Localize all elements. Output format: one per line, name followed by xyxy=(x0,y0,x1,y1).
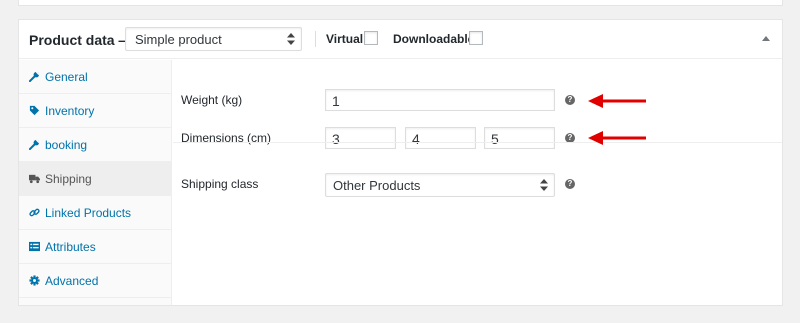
tab-linked-products[interactable]: Linked Products xyxy=(19,196,172,230)
annotation-arrow xyxy=(588,131,646,145)
downloadable-label: Downloadable: xyxy=(393,32,479,46)
shipping-class-select[interactable]: Other Products xyxy=(325,173,555,197)
gear-icon xyxy=(29,275,40,286)
link-icon xyxy=(29,208,40,217)
select-arrows-icon xyxy=(540,179,548,191)
height-input[interactable]: 5 xyxy=(484,127,555,149)
previous-panel-edge xyxy=(18,0,783,6)
tab-label: Advanced xyxy=(45,274,99,288)
wrench-icon xyxy=(29,71,40,82)
help-icon[interactable]: ? xyxy=(565,95,575,105)
product-data-panel: Product data — Simple product Virtual: D… xyxy=(18,19,783,306)
weight-label: Weight (kg) xyxy=(181,93,243,107)
product-type-value: Simple product xyxy=(135,32,222,47)
tab-label: General xyxy=(45,70,88,84)
header-separator xyxy=(315,31,316,47)
tab-general[interactable]: General xyxy=(19,60,172,94)
virtual-label: Virtual: xyxy=(326,32,368,46)
list-icon xyxy=(29,241,40,252)
tab-label: Shipping xyxy=(45,172,92,186)
annotation-arrow xyxy=(588,94,646,108)
weight-value: 1 xyxy=(332,93,340,109)
panel-title: Product data — xyxy=(29,32,133,48)
tab-booking[interactable]: booking xyxy=(19,128,172,162)
shipping-class-label: Shipping class xyxy=(181,177,259,191)
tab-label: Attributes xyxy=(45,240,96,254)
height-value: 5 xyxy=(491,131,499,147)
tab-shipping[interactable]: Shipping xyxy=(19,162,172,196)
tab-label: Inventory xyxy=(45,104,95,118)
tab-label: Linked Products xyxy=(45,206,132,220)
shipping-options-panel: Weight (kg) 1 ? Dimensions (cm) 3 4 5 ? … xyxy=(173,60,782,305)
tab-inventory[interactable]: Inventory xyxy=(19,94,172,128)
panel-header: Product data — Simple product Virtual: D… xyxy=(19,20,782,59)
tab-label: booking xyxy=(45,138,88,152)
length-input[interactable]: 3 xyxy=(325,127,396,149)
width-value: 4 xyxy=(412,131,420,147)
tab-advanced[interactable]: Advanced xyxy=(19,264,172,298)
wrench-icon xyxy=(29,139,40,150)
product-data-tabs: General Inventory booking Shipping Linke… xyxy=(19,60,172,305)
collapse-toggle-icon[interactable] xyxy=(762,36,770,41)
virtual-checkbox[interactable] xyxy=(364,31,378,45)
tab-attributes[interactable]: Attributes xyxy=(19,230,172,264)
section-divider xyxy=(173,142,782,143)
downloadable-checkbox[interactable] xyxy=(469,31,483,45)
weight-input[interactable]: 1 xyxy=(325,89,555,111)
shipping-class-value: Other Products xyxy=(333,178,421,193)
tag-icon xyxy=(29,105,40,116)
truck-icon xyxy=(29,174,40,184)
select-arrows-icon xyxy=(287,33,295,45)
length-value: 3 xyxy=(332,131,340,147)
help-icon[interactable]: ? xyxy=(565,179,575,189)
width-input[interactable]: 4 xyxy=(405,127,476,149)
product-type-select[interactable]: Simple product xyxy=(125,27,302,51)
